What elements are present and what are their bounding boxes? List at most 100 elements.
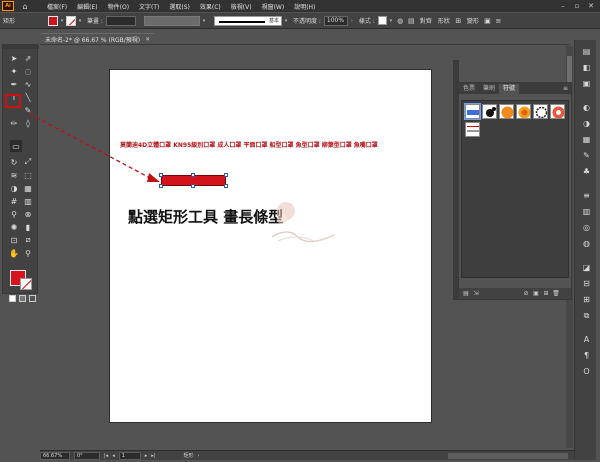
panel-menu-icon[interactable]: ≡	[563, 84, 571, 94]
libraries-icon[interactable]: ▣	[581, 78, 592, 89]
pathfinder-icon[interactable]: ⧉	[581, 310, 592, 321]
symbol-item[interactable]	[465, 122, 480, 137]
lasso-tool-icon[interactable]: ◌	[22, 65, 34, 77]
transform-label[interactable]: 變形	[467, 16, 479, 25]
properties-icon[interactable]: ▤	[581, 46, 592, 57]
brush-definition[interactable]: 基本	[213, 15, 282, 26]
isolate-icon[interactable]: ▣	[482, 17, 493, 25]
symbol-item[interactable]	[550, 104, 565, 119]
shape-builder-tool-icon[interactable]: ◑	[8, 182, 20, 194]
recolor-icon[interactable]: ◍	[395, 17, 406, 25]
selection-handle[interactable]	[159, 184, 163, 188]
symbol-item[interactable]	[482, 104, 497, 119]
symbol-sprayer-tool-icon[interactable]: ✺	[8, 221, 20, 233]
gradient-tool-icon[interactable]: ▥	[22, 195, 34, 207]
transparency-icon[interactable]: ◎	[581, 222, 592, 233]
hand-tool-icon[interactable]: ✋	[8, 247, 20, 259]
menu-help[interactable]: 說明(H)	[289, 2, 320, 11]
magic-wand-tool-icon[interactable]: ✦	[8, 65, 20, 77]
horizontal-scrollbar[interactable]	[448, 452, 568, 459]
perspective-grid-tool-icon[interactable]: ▦	[22, 182, 34, 194]
menu-object[interactable]: 物件(O)	[103, 2, 134, 11]
align-label[interactable]: 對齊	[420, 16, 432, 25]
swatches-icon[interactable]: ▦	[581, 134, 592, 145]
chevron-down-icon[interactable]: ▾	[58, 18, 66, 24]
paintbrush-tool-icon[interactable]: ✎	[22, 104, 34, 116]
delete-symbol-icon[interactable]: 🗑	[551, 290, 561, 297]
column-graph-tool-icon[interactable]: ▮	[22, 221, 34, 233]
line-tool-icon[interactable]: ╲	[22, 91, 34, 103]
symbol-item[interactable]	[464, 103, 481, 120]
menu-view[interactable]: 檢視(V)	[226, 2, 257, 11]
chevron-right-icon[interactable]: ›	[197, 453, 199, 459]
product-keywords-text[interactable]: 莫蘭迪4D立體口罩 KN95級別口罩 成人口罩 平面口罩 船型口罩 魚型口罩 柳…	[120, 140, 378, 149]
chevron-down-icon[interactable]: ▾	[76, 18, 84, 24]
selection-handle[interactable]	[224, 173, 228, 177]
pen-tool-icon[interactable]: ✒	[8, 78, 20, 90]
rotate-tool-icon[interactable]: ↻	[8, 156, 20, 168]
scale-tool-icon[interactable]: ⤢	[22, 156, 34, 168]
chevron-down-icon[interactable]: ▾	[387, 18, 395, 24]
new-symbol-icon[interactable]: ⊞	[541, 290, 551, 297]
menu-type[interactable]: 文字(T)	[134, 2, 164, 11]
direct-selection-tool-icon[interactable]: ⇗	[22, 52, 34, 64]
tools-panel-grip[interactable]	[3, 45, 39, 49]
slice-tool-icon[interactable]: ⧄	[22, 234, 34, 246]
first-artboard-icon[interactable]: |◂	[104, 453, 108, 459]
menu-window[interactable]: 視窗(W)	[257, 2, 290, 11]
opacity-input[interactable]: 100%	[323, 15, 348, 26]
align-panel-icon[interactable]: ⊟	[581, 278, 592, 289]
graphic-styles-icon[interactable]: ◪	[581, 262, 592, 273]
last-artboard-icon[interactable]: ▸|	[151, 453, 155, 459]
color-mode-icon[interactable]	[9, 295, 16, 302]
none-mode-icon[interactable]	[29, 295, 36, 302]
symbol-item[interactable]	[499, 104, 514, 119]
transform-icon[interactable]: ⊞	[453, 17, 464, 25]
menu-file[interactable]: 檔案(F)	[42, 2, 72, 11]
symbol-options-icon[interactable]: ▣	[531, 290, 541, 297]
eyedropper-tool-icon[interactable]: ⚲	[8, 208, 20, 220]
character-icon[interactable]: A	[581, 334, 592, 345]
home-icon[interactable]: ⌂	[20, 2, 30, 11]
symbols-icon[interactable]: ♣	[581, 166, 592, 177]
align-icon[interactable]: ▤	[406, 17, 417, 25]
selection-handle[interactable]	[159, 173, 163, 177]
minimize-icon[interactable]: –	[556, 2, 570, 10]
shape-label[interactable]: 形狀	[438, 16, 450, 25]
stroke-color-swatch[interactable]	[20, 278, 32, 290]
menu-edit[interactable]: 編輯(E)	[72, 2, 102, 11]
close-icon[interactable]: ✕	[145, 36, 150, 43]
menu-effect[interactable]: 效果(C)	[195, 2, 226, 11]
tab-swatches[interactable]: 色票	[459, 84, 479, 94]
selection-handle[interactable]	[191, 184, 195, 188]
break-link-icon[interactable]: ⊘	[521, 290, 531, 297]
maximize-icon[interactable]: ▫	[570, 2, 584, 10]
stroke-swatch[interactable]	[66, 15, 77, 26]
artboard-tool-icon[interactable]: ⊡	[8, 234, 20, 246]
free-transform-tool-icon[interactable]: ⬚	[22, 169, 34, 181]
curvature-tool-icon[interactable]: ∿	[22, 78, 34, 90]
chevron-right-icon[interactable]: ›	[348, 18, 356, 24]
rectangle-tool-icon[interactable]: ▭	[10, 140, 22, 152]
symbol-libraries-icon[interactable]: ▤	[461, 290, 471, 297]
chevron-down-icon[interactable]: ▾	[200, 18, 208, 24]
selection-handle[interactable]	[224, 184, 228, 188]
blend-tool-icon[interactable]: ⊗	[22, 208, 34, 220]
paragraph-icon[interactable]: ¶	[581, 350, 592, 361]
eraser-tool-icon[interactable]: ◊	[22, 117, 34, 129]
mesh-tool-icon[interactable]: #	[8, 195, 20, 207]
rotation-input[interactable]: 0°	[74, 451, 100, 460]
symbol-item[interactable]	[533, 104, 548, 119]
menu-select[interactable]: 選取(S)	[164, 2, 195, 11]
panel-menu-icon[interactable]: ≡	[493, 17, 504, 25]
opentype-icon[interactable]: O	[581, 366, 592, 377]
zoom-input[interactable]: 66.67%	[40, 451, 70, 460]
brushes-icon[interactable]: ✎	[581, 150, 592, 161]
appearance-icon[interactable]: ◍	[581, 238, 592, 249]
artboard-number-input[interactable]: 1	[118, 451, 141, 460]
document-tab[interactable]: 未命名-2* @ 66.67 % (RGB/預視) ✕	[41, 33, 155, 44]
pencil-tool-icon[interactable]: ✏	[8, 117, 20, 129]
gradient-mode-icon[interactable]	[19, 295, 26, 302]
symbol-item[interactable]	[516, 104, 531, 119]
stroke-icon[interactable]: ≡	[581, 190, 592, 201]
